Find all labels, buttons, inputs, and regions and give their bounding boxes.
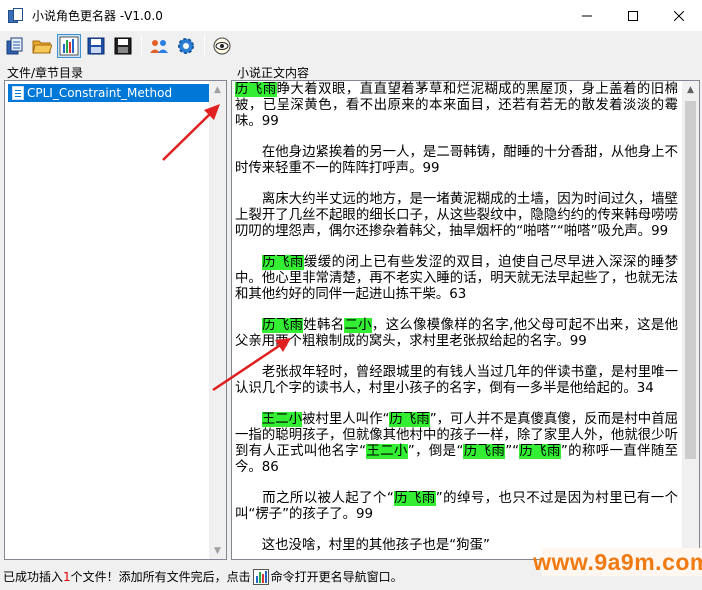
name-highlight: 王二小 bbox=[261, 412, 303, 427]
scroll-up-icon[interactable]: ▲ bbox=[682, 81, 699, 98]
content-scrollbar[interactable]: ▲ bbox=[682, 81, 699, 559]
name-highlight: 历飞雨 bbox=[261, 318, 304, 333]
chapter-nav-button[interactable] bbox=[57, 34, 81, 58]
save-button[interactable] bbox=[84, 34, 108, 58]
name-highlight: 历飞雨 bbox=[389, 412, 430, 427]
maximize-button[interactable] bbox=[610, 0, 656, 31]
toolbar-separator bbox=[141, 35, 142, 57]
window-title: 小说角色更名器 -V1.0.0 bbox=[32, 9, 163, 23]
scroll-up-icon[interactable]: ▲ bbox=[209, 81, 226, 98]
close-icon bbox=[674, 10, 684, 21]
minimize-icon bbox=[582, 15, 592, 16]
users-button[interactable] bbox=[147, 34, 171, 58]
paragraph-text: 离床大约半丈远的地方，是一堵黄泥糊成的土墙，因为时间过久，墙壁上裂开了几丝不起眼… bbox=[235, 192, 678, 239]
users-icon bbox=[150, 40, 168, 53]
name-highlight: 历飞雨 bbox=[235, 82, 277, 97]
paragraph-text: 老张叔年轻时，曾经跟城里的有钱人当过几年的伴读书童，是村里唯一认识几个字的读书人… bbox=[235, 365, 678, 396]
paragraph-text: 被村里人叫作“ bbox=[302, 412, 390, 427]
paragraph-text: ”“ bbox=[505, 444, 520, 459]
gear-icon bbox=[178, 38, 194, 54]
documents-button[interactable] bbox=[3, 34, 27, 58]
paragraph-text: 姓韩名 bbox=[303, 318, 345, 333]
chart-icon bbox=[59, 36, 79, 56]
floppy-dark-icon bbox=[114, 37, 132, 55]
paragraph: 历飞雨缓缓的闭上已有些发涩的双目，迫使自己尽早进入深深的睡梦中。他心里非常清楚，… bbox=[235, 255, 678, 303]
novel-text-area[interactable]: 历飞雨睁大着双眼，直直望着茅草和烂泥糊成的黑屋顶，身上盖着的旧棉被，已呈深黄色，… bbox=[231, 80, 700, 560]
paragraph-text: ”，倒是“ bbox=[407, 444, 464, 459]
paragraph: 历飞雨睁大着双眼，直直望着茅草和烂泥糊成的黑屋顶，身上盖着的旧棉被，已呈深黄色，… bbox=[235, 82, 678, 130]
folder-icon bbox=[32, 40, 52, 54]
status-tail: 命令打开更名导航窗口。 bbox=[270, 570, 403, 584]
paragraph: 而之所以被人起了个“历飞雨”的绰号，也只不过是因为村里已有一个叫“楞子”的孩子了… bbox=[235, 491, 678, 523]
paragraph-text: 在他身边紧挨着的另一人，是二哥韩铸，酣睡的十分香甜，从他身上不时传来轻重不一的阵… bbox=[235, 145, 678, 176]
tree-item-label: CPLI_Constraint_Method bbox=[27, 86, 173, 100]
chart-icon bbox=[252, 568, 269, 585]
name-highlight: 历飞雨 bbox=[393, 491, 436, 506]
name-highlight: 二小 bbox=[344, 318, 372, 333]
paragraph-text: 这也没啥，村里的其他孩子也是“狗蛋” bbox=[261, 538, 490, 553]
settings-button[interactable] bbox=[174, 34, 198, 58]
floppy-blue-icon bbox=[87, 37, 105, 55]
watermark: www.9a9m.com bbox=[533, 548, 702, 576]
save-as-button[interactable] bbox=[111, 34, 135, 58]
tree-item-file[interactable]: CPLI_Constraint_Method bbox=[8, 84, 212, 102]
toolbar bbox=[0, 31, 702, 61]
minimize-button[interactable] bbox=[564, 0, 610, 31]
scrollbar-thumb[interactable] bbox=[685, 101, 696, 459]
maximize-icon bbox=[628, 10, 638, 21]
title-bar: 小说角色更名器 -V1.0.0 bbox=[0, 0, 702, 31]
preview-button[interactable] bbox=[210, 34, 234, 58]
paragraph: 在他身边紧挨着的另一人，是二哥韩铸，酣睡的十分香甜，从他身上不时传来轻重不一的阵… bbox=[235, 145, 678, 177]
name-highlight: 历飞雨 bbox=[463, 444, 506, 459]
left-scrollbar[interactable]: ▲ ▼ bbox=[209, 81, 226, 559]
document-icon bbox=[12, 86, 24, 100]
paragraph-text: 而之所以被人起了个“ bbox=[261, 491, 394, 506]
app-icon bbox=[8, 7, 24, 24]
name-highlight: 历飞雨 bbox=[261, 255, 304, 270]
close-button[interactable] bbox=[656, 0, 702, 31]
paragraph-text: 睁大着双眼，直直望着茅草和烂泥糊成的黑屋顶，身上盖着的旧棉被，已呈深黄色，看不出… bbox=[235, 82, 679, 129]
status-prefix: 已成功插入 bbox=[3, 570, 64, 584]
paragraph: 离床大约半丈远的地方，是一堵黄泥糊成的土墙，因为时间过久，墙壁上裂开了几丝不起眼… bbox=[235, 192, 678, 240]
toolbar-separator-2 bbox=[204, 35, 205, 57]
directory-label: 文件/章节目录 bbox=[7, 66, 84, 80]
name-highlight: 王二小 bbox=[366, 444, 408, 459]
status-suffix: 个文件！添加所有文件完后，点击 bbox=[70, 570, 251, 584]
documents-icon bbox=[6, 37, 23, 55]
paragraph: 老张叔年轻时，曾经跟城里的有钱人当过几年的伴读书童，是村里唯一认识几个字的读书人… bbox=[235, 365, 678, 397]
content-label: 小说正文内容 bbox=[237, 66, 310, 80]
novel-content[interactable]: 历飞雨睁大着双眼，直直望着茅草和烂泥糊成的黑屋顶，身上盖着的旧棉被，已呈深黄色，… bbox=[235, 82, 678, 559]
status-count: 1 bbox=[63, 569, 71, 584]
paragraph: 历飞雨姓韩名二小，这么像模像样的名字,他父母可起不出来，这是他父亲用两个粗粮制成… bbox=[235, 318, 678, 350]
paragraph: 王二小被村里人叫作“历飞雨”，可人并不是真傻真傻，反而是村中首屈一指的聪明孩子，… bbox=[235, 412, 678, 476]
name-highlight: 历飞雨 bbox=[519, 444, 561, 459]
scroll-down-icon[interactable]: ▼ bbox=[209, 542, 226, 559]
directory-tree[interactable]: CPLI_Constraint_Method ▲ ▼ bbox=[4, 80, 227, 560]
eye-icon bbox=[213, 37, 231, 55]
open-folder-button[interactable] bbox=[30, 34, 54, 58]
